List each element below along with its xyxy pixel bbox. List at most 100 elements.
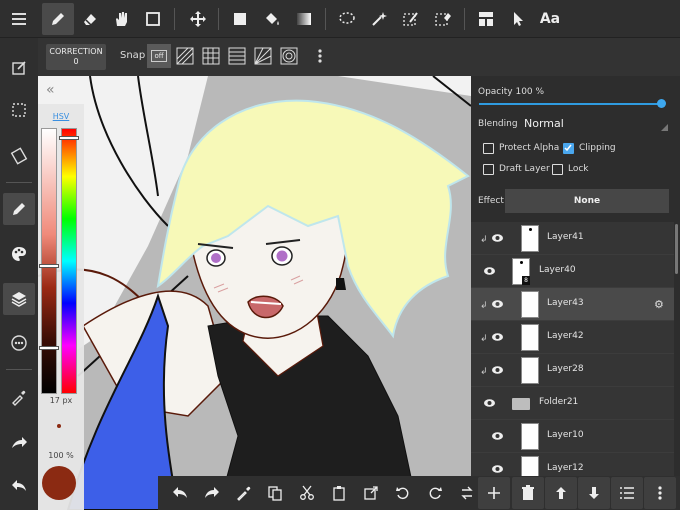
layer-more-options-button[interactable] xyxy=(644,477,676,509)
operation-cursor-icon[interactable] xyxy=(502,3,534,35)
current-color-swatch[interactable] xyxy=(42,466,76,500)
left-sidebar xyxy=(0,38,38,510)
eyedropper-icon[interactable] xyxy=(228,477,260,509)
eyedropper-icon[interactable] xyxy=(3,381,35,413)
redo-icon[interactable] xyxy=(196,477,228,509)
dropdown-caret-icon[interactable] xyxy=(661,124,668,131)
select-eraser-icon[interactable] xyxy=(427,3,459,35)
visibility-eye-icon[interactable] xyxy=(484,267,495,275)
brush-preview-dot xyxy=(57,424,61,428)
layer-settings-gear-icon[interactable]: ⚙ xyxy=(654,298,664,311)
edit-icon[interactable] xyxy=(3,52,35,84)
clip-arrow-icon: ↲ xyxy=(480,367,488,377)
fill-rectangle-icon[interactable] xyxy=(224,3,256,35)
layer-row[interactable]: Layer10 xyxy=(471,420,674,453)
layer-row[interactable]: ↲ Layer41 xyxy=(471,222,674,255)
visibility-eye-icon[interactable] xyxy=(492,465,503,473)
lock-checkbox[interactable] xyxy=(552,164,563,175)
pen-tool-icon[interactable] xyxy=(42,3,74,35)
move-tool-icon[interactable] xyxy=(182,3,214,35)
drawing-canvas[interactable] xyxy=(38,76,471,510)
lasso-select-icon[interactable] xyxy=(331,3,363,35)
effect-label: Effect xyxy=(478,196,504,206)
folder-row[interactable]: Folder21 xyxy=(471,387,674,420)
move-layer-down-button[interactable] xyxy=(578,477,610,509)
brush-opacity-label[interactable]: 100 % xyxy=(38,451,84,460)
menu-icon[interactable] xyxy=(3,3,35,35)
layer-row[interactable]: ↲ Layer28 xyxy=(471,354,674,387)
correction-button[interactable]: CORRECTION 0 xyxy=(46,44,106,70)
hue-marker[interactable] xyxy=(60,137,78,139)
collapse-color-panel-icon[interactable]: « xyxy=(46,82,55,98)
snap-horizontal-icon[interactable] xyxy=(225,44,249,68)
rotate-right-icon[interactable] xyxy=(419,477,451,509)
undo-icon[interactable] xyxy=(164,477,196,509)
opacity-slider[interactable] xyxy=(479,103,662,105)
select-rectangle-icon[interactable] xyxy=(137,3,169,35)
paste-icon[interactable] xyxy=(323,477,355,509)
brush-size-label[interactable]: 17 px xyxy=(38,396,84,405)
visibility-eye-icon[interactable] xyxy=(492,300,503,308)
layer-row-selected[interactable]: ↲ Layer43 ⚙ xyxy=(471,288,674,321)
color-panel: HSV 17 px 100 % xyxy=(38,104,84,510)
snap-radial-icon[interactable] xyxy=(251,44,275,68)
brush-panel-icon[interactable] xyxy=(3,193,35,225)
transform-icon[interactable] xyxy=(355,477,387,509)
layer-thumbnail xyxy=(521,291,539,318)
share-icon[interactable] xyxy=(3,427,35,459)
draft-layer-checkbox[interactable] xyxy=(483,164,494,175)
visibility-eye-icon[interactable] xyxy=(492,234,503,242)
layer-row[interactable]: ↲ Layer42 xyxy=(471,321,674,354)
blending-dropdown[interactable]: Normal xyxy=(524,117,564,130)
gradient-tool-icon[interactable] xyxy=(288,3,320,35)
magic-wand-icon[interactable] xyxy=(363,3,395,35)
back-icon[interactable] xyxy=(3,470,35,502)
opacity-slider-knob[interactable] xyxy=(657,99,666,108)
rotate-canvas-icon[interactable] xyxy=(3,140,35,172)
visibility-eye-icon[interactable] xyxy=(492,432,503,440)
hue-slider[interactable] xyxy=(60,128,78,394)
clipping-checkbox[interactable] xyxy=(563,143,574,154)
text-tool-button[interactable]: Aa xyxy=(534,3,566,35)
snap-parallel-icon[interactable] xyxy=(173,44,197,68)
add-layer-button[interactable] xyxy=(478,477,510,509)
hsv-mode-toggle[interactable]: HSV xyxy=(38,112,84,121)
sv-marker[interactable] xyxy=(40,265,58,267)
rotate-left-icon[interactable] xyxy=(387,477,419,509)
saturation-value-slider[interactable] xyxy=(40,128,58,394)
palette-icon[interactable] xyxy=(3,238,35,270)
text-tool-label: Aa xyxy=(539,11,561,27)
layer-list-scrollbar[interactable] xyxy=(675,224,678,274)
visibility-eye-icon[interactable] xyxy=(492,366,503,374)
layers-icon[interactable] xyxy=(3,283,35,315)
move-layer-up-button[interactable] xyxy=(545,477,577,509)
frame-divider-icon[interactable] xyxy=(470,3,502,35)
copy-icon[interactable] xyxy=(259,477,291,509)
clip-arrow-icon: ↲ xyxy=(480,235,488,245)
cut-icon[interactable] xyxy=(291,477,323,509)
blending-label: Blending xyxy=(478,119,518,129)
effect-button[interactable]: None xyxy=(505,189,669,213)
layer-name: Layer41 xyxy=(547,232,584,242)
visibility-eye-icon[interactable] xyxy=(484,399,495,407)
visibility-eye-icon[interactable] xyxy=(492,333,503,341)
material-icon[interactable] xyxy=(3,327,35,359)
layer-row[interactable]: 8 Layer40 xyxy=(471,255,674,288)
snap-off-button[interactable]: off xyxy=(147,44,171,68)
select-pen-icon[interactable] xyxy=(395,3,427,35)
layer-list-menu-button[interactable] xyxy=(611,477,643,509)
snap-circle-icon[interactable] xyxy=(277,44,301,68)
select-all-icon[interactable] xyxy=(3,94,35,126)
layer-name: Layer42 xyxy=(547,331,584,341)
sub-toolbar: CORRECTION 0 Snap off xyxy=(38,38,680,76)
delete-layer-button[interactable] xyxy=(512,477,544,509)
opacity-label: Opacity 100 % xyxy=(478,87,545,97)
bucket-fill-icon[interactable] xyxy=(256,3,288,35)
eraser-tool-icon[interactable] xyxy=(74,3,106,35)
sv-marker-secondary[interactable] xyxy=(40,347,58,349)
more-options-icon[interactable] xyxy=(308,44,332,68)
protect-alpha-checkbox[interactable] xyxy=(483,143,494,154)
hand-tool-icon[interactable] xyxy=(105,3,137,35)
snap-grid-icon[interactable] xyxy=(199,44,223,68)
bottom-toolbar xyxy=(158,476,680,510)
